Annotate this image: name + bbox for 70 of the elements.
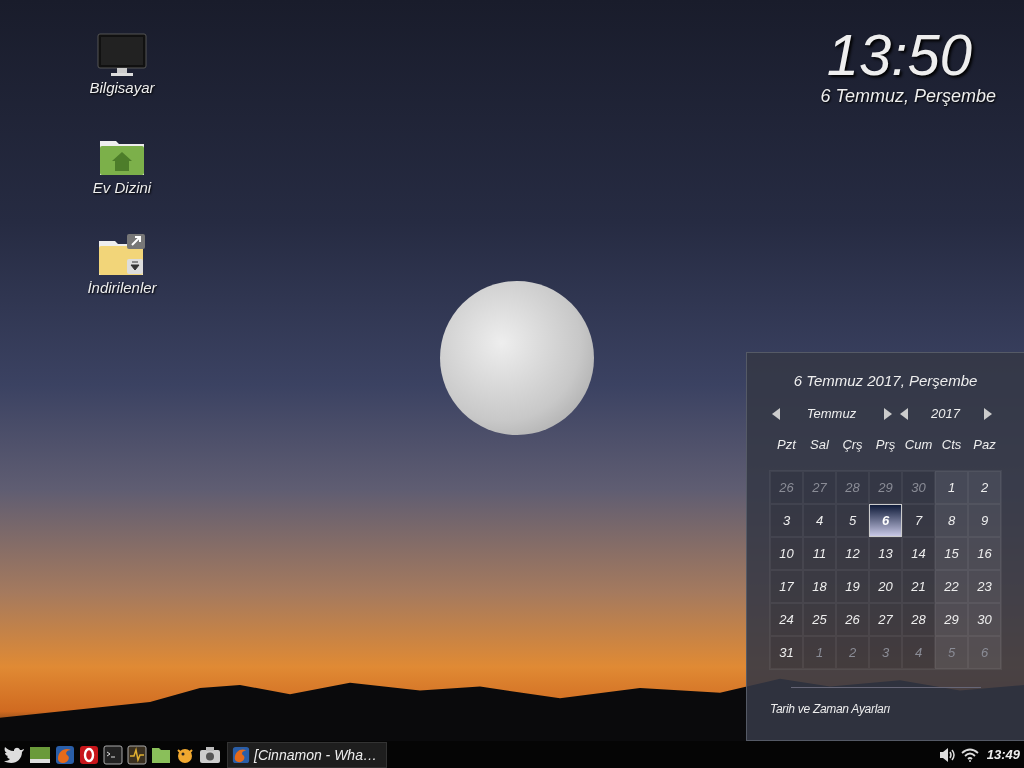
weekday-label: Paz bbox=[972, 437, 997, 452]
previous-month-icon[interactable] bbox=[770, 407, 781, 420]
calendar-day[interactable]: 30 bbox=[902, 471, 935, 504]
calendar-day[interactable]: 24 bbox=[770, 603, 803, 636]
desktop-icon-label[interactable]: İndirilenler bbox=[87, 279, 157, 296]
window-icon[interactable] bbox=[29, 745, 51, 764]
calendar-day[interactable]: 27 bbox=[803, 471, 836, 504]
window-list-button[interactable]: [Cinnamon - Wha… bbox=[227, 741, 387, 768]
month-label: Temmuz bbox=[805, 406, 858, 421]
weekday-label: Prş bbox=[874, 437, 897, 452]
calendar-day[interactable]: 7 bbox=[902, 504, 935, 537]
calendar-day[interactable]: 6 bbox=[869, 504, 902, 537]
calendar-day[interactable]: 10 bbox=[770, 537, 803, 570]
calendar-day[interactable]: 28 bbox=[836, 471, 869, 504]
calendar-day[interactable]: 26 bbox=[770, 471, 803, 504]
calendar-day[interactable]: 29 bbox=[935, 603, 968, 636]
calendar-day[interactable]: 21 bbox=[902, 570, 935, 603]
calendar-day[interactable]: 3 bbox=[770, 504, 803, 537]
window-title: [Cinnamon - Wha… bbox=[254, 746, 377, 763]
volume-icon[interactable] bbox=[938, 747, 957, 762]
desktop-icon-label[interactable]: Ev Dizini bbox=[92, 179, 152, 196]
tray-clock[interactable]: 13:49 bbox=[986, 747, 1020, 762]
calendar-day[interactable]: 1 bbox=[935, 471, 968, 504]
calendar-day[interactable]: 14 bbox=[902, 537, 935, 570]
calendar-day[interactable]: 22 bbox=[935, 570, 968, 603]
next-month-icon[interactable] bbox=[882, 407, 893, 420]
calendar-day[interactable]: 27 bbox=[869, 603, 902, 636]
calendar-day[interactable]: 5 bbox=[836, 504, 869, 537]
calendar-day[interactable]: 8 bbox=[935, 504, 968, 537]
calendar-day[interactable]: 18 bbox=[803, 570, 836, 603]
calendar-day[interactable]: 16 bbox=[968, 537, 1001, 570]
date-time-settings-link[interactable]: Tarih ve Zaman Ayarları bbox=[770, 702, 891, 716]
system-monitor-icon[interactable] bbox=[127, 744, 147, 765]
calendar-day[interactable]: 15 bbox=[935, 537, 968, 570]
calendar-day[interactable]: 9 bbox=[968, 504, 1001, 537]
desktop-icon-label[interactable]: Bilgisayar bbox=[89, 79, 155, 96]
calendar-date-title: 6 Temmuz 2017, Perşembe bbox=[793, 372, 978, 389]
bird-icon[interactable] bbox=[3, 745, 25, 764]
calendar-day[interactable]: 28 bbox=[902, 603, 935, 636]
calendar-day[interactable]: 30 bbox=[968, 603, 1001, 636]
calendar-day[interactable]: 31 bbox=[770, 636, 803, 669]
calendar-day[interactable]: 20 bbox=[869, 570, 902, 603]
calendar-day[interactable]: 13 bbox=[869, 537, 902, 570]
calendar-day[interactable]: 29 bbox=[869, 471, 902, 504]
calendar-day[interactable]: 11 bbox=[803, 537, 836, 570]
weekday-label: Pzt bbox=[776, 437, 798, 452]
next-year-icon[interactable] bbox=[982, 407, 993, 420]
wifi-icon[interactable] bbox=[960, 747, 979, 762]
downloads-folder-icon[interactable] bbox=[97, 233, 147, 277]
calendar-day[interactable]: 12 bbox=[836, 537, 869, 570]
weekday-label: Çrş bbox=[841, 437, 864, 452]
folder-icon[interactable] bbox=[151, 745, 171, 764]
calendar-day[interactable]: 25 bbox=[803, 603, 836, 636]
clock-time: 13:50 bbox=[826, 24, 972, 86]
monitor-icon[interactable] bbox=[97, 33, 147, 77]
previous-year-icon[interactable] bbox=[898, 407, 909, 420]
weekday-label: Sal bbox=[809, 437, 830, 452]
calendar-day[interactable]: 4 bbox=[803, 504, 836, 537]
terminal-icon[interactable] bbox=[103, 744, 123, 765]
calendar-day[interactable]: 19 bbox=[836, 570, 869, 603]
weekday-label: Cum bbox=[903, 437, 934, 452]
calendar-day[interactable]: 26 bbox=[836, 603, 869, 636]
calendar-day[interactable]: 23 bbox=[968, 570, 1001, 603]
clock-date: 6 Temmuz, Perşembe bbox=[820, 86, 996, 107]
weekday-label: Cts bbox=[940, 437, 963, 452]
year-label: 2017 bbox=[930, 406, 962, 421]
letter-o-icon[interactable] bbox=[79, 744, 99, 765]
calendar-day[interactable]: 2 bbox=[968, 471, 1001, 504]
camera-icon[interactable] bbox=[199, 745, 221, 764]
calendar-day[interactable]: 17 bbox=[770, 570, 803, 603]
